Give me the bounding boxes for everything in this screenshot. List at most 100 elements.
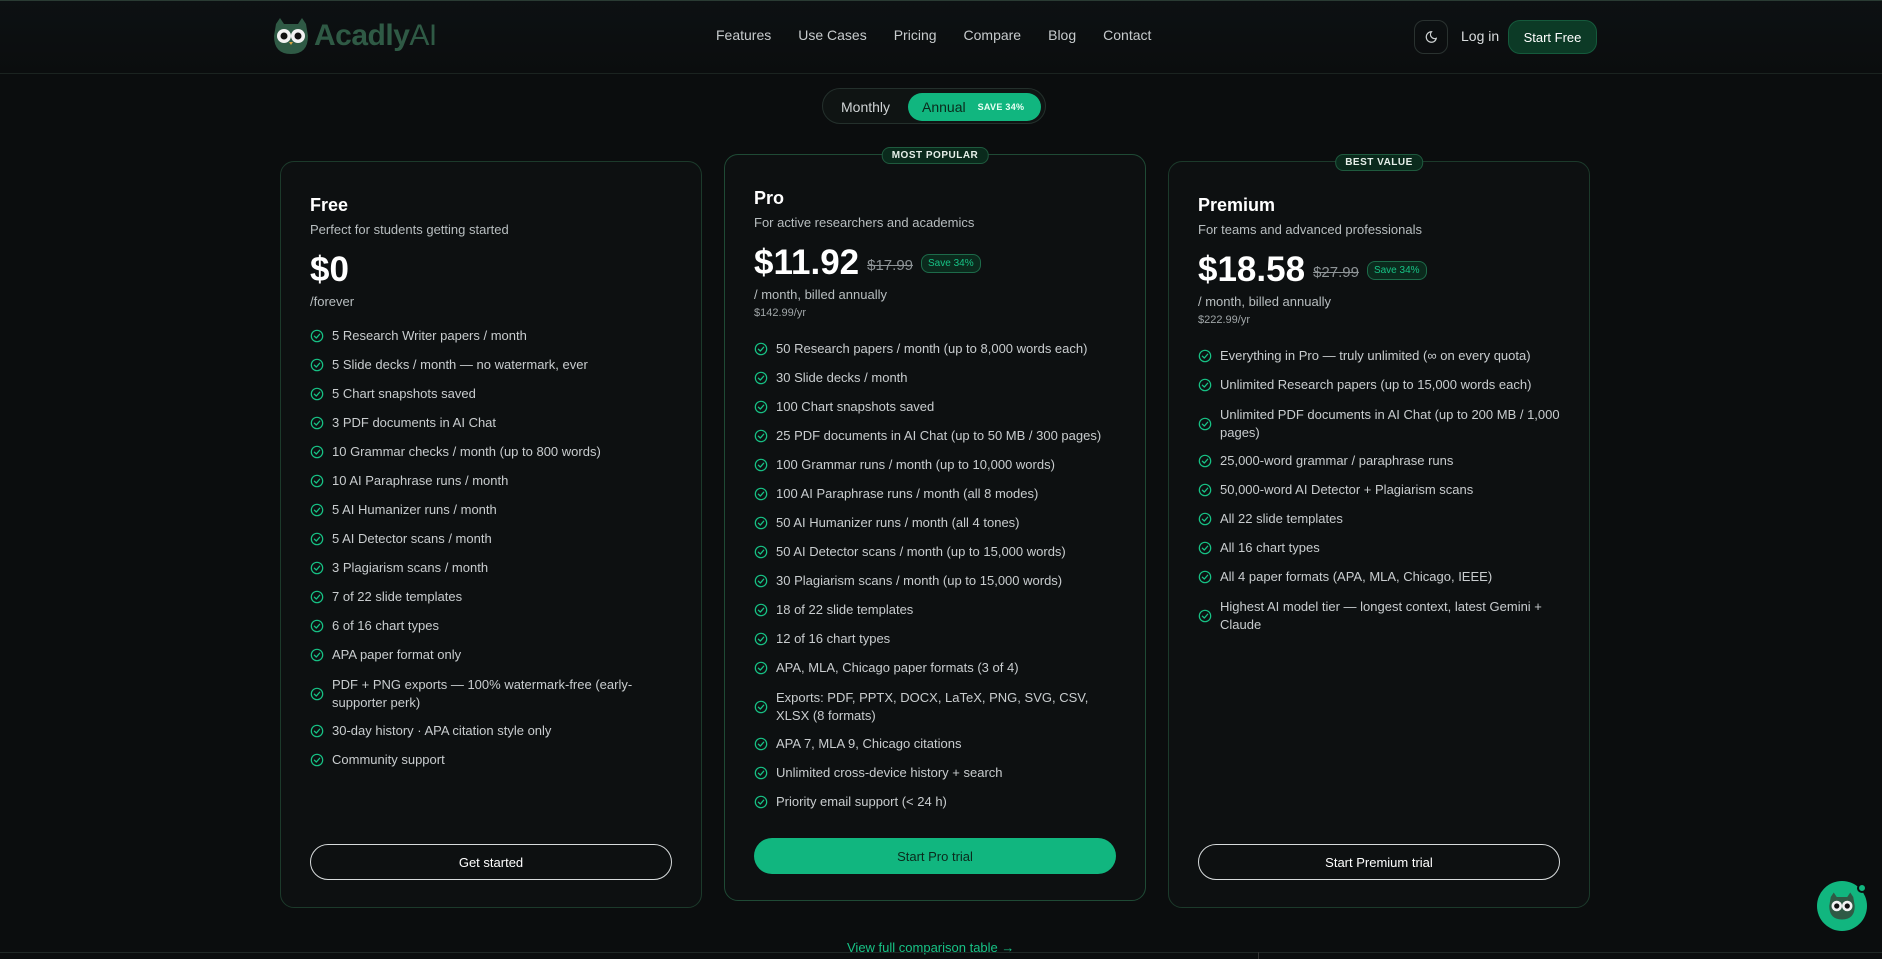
feature-item: 5 Research Writer papers / month <box>310 327 680 345</box>
plan-description: For teams and advanced professionals <box>1198 222 1423 237</box>
check-circle-icon <box>754 632 768 646</box>
check-circle-icon <box>1198 349 1212 363</box>
feature-text: 7 of 22 slide templates <box>332 589 463 604</box>
feature-item: APA, MLA, Chicago paper formats (3 of 4) <box>754 659 1124 677</box>
feature-item: 50,000-word AI Detector + Plagiarism sca… <box>1198 481 1568 499</box>
nav-compare[interactable]: Compare <box>964 27 1022 43</box>
feature-text: 12 of 16 chart types <box>776 631 891 646</box>
login-link[interactable]: Log in <box>1461 28 1499 44</box>
yearly-price: $222.99/yr <box>1198 314 1250 326</box>
check-circle-icon <box>754 371 768 385</box>
feature-item: 7 of 22 slide templates <box>310 588 680 606</box>
check-circle-icon <box>754 700 768 714</box>
theme-toggle-button[interactable] <box>1414 20 1448 54</box>
nav-use-cases[interactable]: Use Cases <box>798 27 866 43</box>
feature-item: 18 of 22 slide templates <box>754 601 1124 619</box>
check-circle-icon <box>310 619 324 633</box>
feature-item: 6 of 16 chart types <box>310 617 680 635</box>
check-circle-icon <box>754 458 768 472</box>
price-row: $18.58 $27.99 Save 34% <box>1198 250 1427 290</box>
feature-text: 3 PDF documents in AI Chat <box>332 415 497 430</box>
plan-name: Pro <box>754 188 785 208</box>
feature-text: 50,000-word AI Detector + Plagiarism sca… <box>1220 482 1474 497</box>
feature-item: Community support <box>310 751 680 769</box>
feature-text: 10 AI Paraphrase runs / month <box>332 473 509 488</box>
check-circle-icon <box>754 661 768 675</box>
feature-item: 5 AI Detector scans / month <box>310 530 680 548</box>
feature-item: Unlimited Research papers (up to 15,000 … <box>1198 376 1568 394</box>
feature-text: Priority email support (< 24 h) <box>776 794 947 809</box>
feature-item: APA paper format only <box>310 646 680 664</box>
feature-list: 50 Research papers / month (up to 8,000 … <box>754 340 1124 822</box>
check-circle-icon <box>754 400 768 414</box>
feature-text: 30 Plagiarism scans / month (up to 15,00… <box>776 573 1063 588</box>
plan-price: $18.58 <box>1198 250 1306 289</box>
get-started-button[interactable]: Get started <box>310 844 672 880</box>
feature-text: 50 Research papers / month (up to 8,000 … <box>776 341 1088 356</box>
feature-item: 100 Grammar runs / month (up to 10,000 w… <box>754 456 1124 474</box>
start-pro-trial-button[interactable]: Start Pro trial <box>754 838 1116 874</box>
check-circle-icon <box>754 795 768 809</box>
feature-text: 30 Slide decks / month <box>776 370 908 385</box>
owl-logo-icon <box>274 18 308 54</box>
plan-price: $11.92 <box>754 243 860 282</box>
plan-card-premium: BEST VALUE Premium For teams and advance… <box>1168 154 1590 908</box>
feature-item: Exports: PDF, PPTX, DOCX, LaTeX, PNG, SV… <box>754 688 1124 726</box>
chat-widget-button[interactable] <box>1817 881 1867 931</box>
old-price: $27.99 <box>1313 264 1359 281</box>
start-premium-trial-button[interactable]: Start Premium trial <box>1198 844 1560 880</box>
nav-blog[interactable]: Blog <box>1048 27 1076 43</box>
check-circle-icon <box>754 487 768 501</box>
feature-text: 5 Chart snapshots saved <box>332 386 476 401</box>
brand-logo[interactable]: AcadlyAI <box>272 16 437 56</box>
brand-name: AcadlyAI <box>314 19 437 52</box>
feature-item: PDF + PNG exports — 100% watermark-free … <box>310 675 680 713</box>
feature-text: 100 AI Paraphrase runs / month (all 8 mo… <box>776 486 1039 501</box>
plan-price: $0 <box>310 250 349 289</box>
start-free-button[interactable]: Start Free <box>1508 20 1597 54</box>
plan-period: /forever <box>310 294 355 309</box>
save-badge: Save 34% <box>921 254 981 273</box>
feature-item: Unlimited cross-device history + search <box>754 764 1124 782</box>
nav-features[interactable]: Features <box>716 27 771 43</box>
feature-text: All 16 chart types <box>1220 540 1320 555</box>
check-circle-icon <box>754 574 768 588</box>
feature-text: 30-day history · APA citation style only <box>332 723 552 738</box>
check-circle-icon <box>1198 483 1212 497</box>
feature-text: 5 AI Humanizer runs / month <box>332 502 497 517</box>
check-circle-icon <box>310 590 324 604</box>
feature-item: 100 AI Paraphrase runs / month (all 8 mo… <box>754 485 1124 503</box>
check-circle-icon <box>1198 417 1212 431</box>
notification-dot <box>1857 883 1867 893</box>
top-border <box>0 0 1882 1</box>
feature-list: Everything in Pro — truly unlimited (∞ o… <box>1198 347 1568 644</box>
billing-toggle: Monthly Annual SAVE 34% <box>822 88 1046 124</box>
feature-item: Highest AI model tier — longest context,… <box>1198 597 1568 635</box>
check-circle-icon <box>310 445 324 459</box>
feature-text: 5 Research Writer papers / month <box>332 328 527 343</box>
check-circle-icon <box>310 387 324 401</box>
check-circle-icon <box>754 342 768 356</box>
feature-text: 10 Grammar checks / month (up to 800 wor… <box>332 444 601 459</box>
feature-text: 5 AI Detector scans / month <box>332 531 492 546</box>
check-circle-icon <box>310 648 324 662</box>
check-circle-icon <box>1198 609 1212 623</box>
check-circle-icon <box>1198 454 1212 468</box>
check-circle-icon <box>754 603 768 617</box>
feature-text: All 22 slide templates <box>1220 511 1343 526</box>
check-circle-icon <box>310 474 324 488</box>
check-circle-icon <box>1198 570 1212 584</box>
check-circle-icon <box>310 358 324 372</box>
nav-pricing[interactable]: Pricing <box>894 27 937 43</box>
check-circle-icon <box>754 737 768 751</box>
annual-option[interactable]: Annual SAVE 34% <box>908 93 1041 121</box>
feature-item: APA 7, MLA 9, Chicago citations <box>754 735 1124 753</box>
nav-contact[interactable]: Contact <box>1103 27 1151 43</box>
check-circle-icon <box>310 503 324 517</box>
feature-item: Everything in Pro — truly unlimited (∞ o… <box>1198 347 1568 365</box>
feature-item: 25,000-word grammar / paraphrase runs <box>1198 452 1568 470</box>
plan-period: / month, billed annually <box>754 287 887 302</box>
feature-text: Unlimited cross-device history + search <box>776 765 1003 780</box>
monthly-option[interactable]: Monthly <box>841 99 890 115</box>
feature-item: 3 Plagiarism scans / month <box>310 559 680 577</box>
